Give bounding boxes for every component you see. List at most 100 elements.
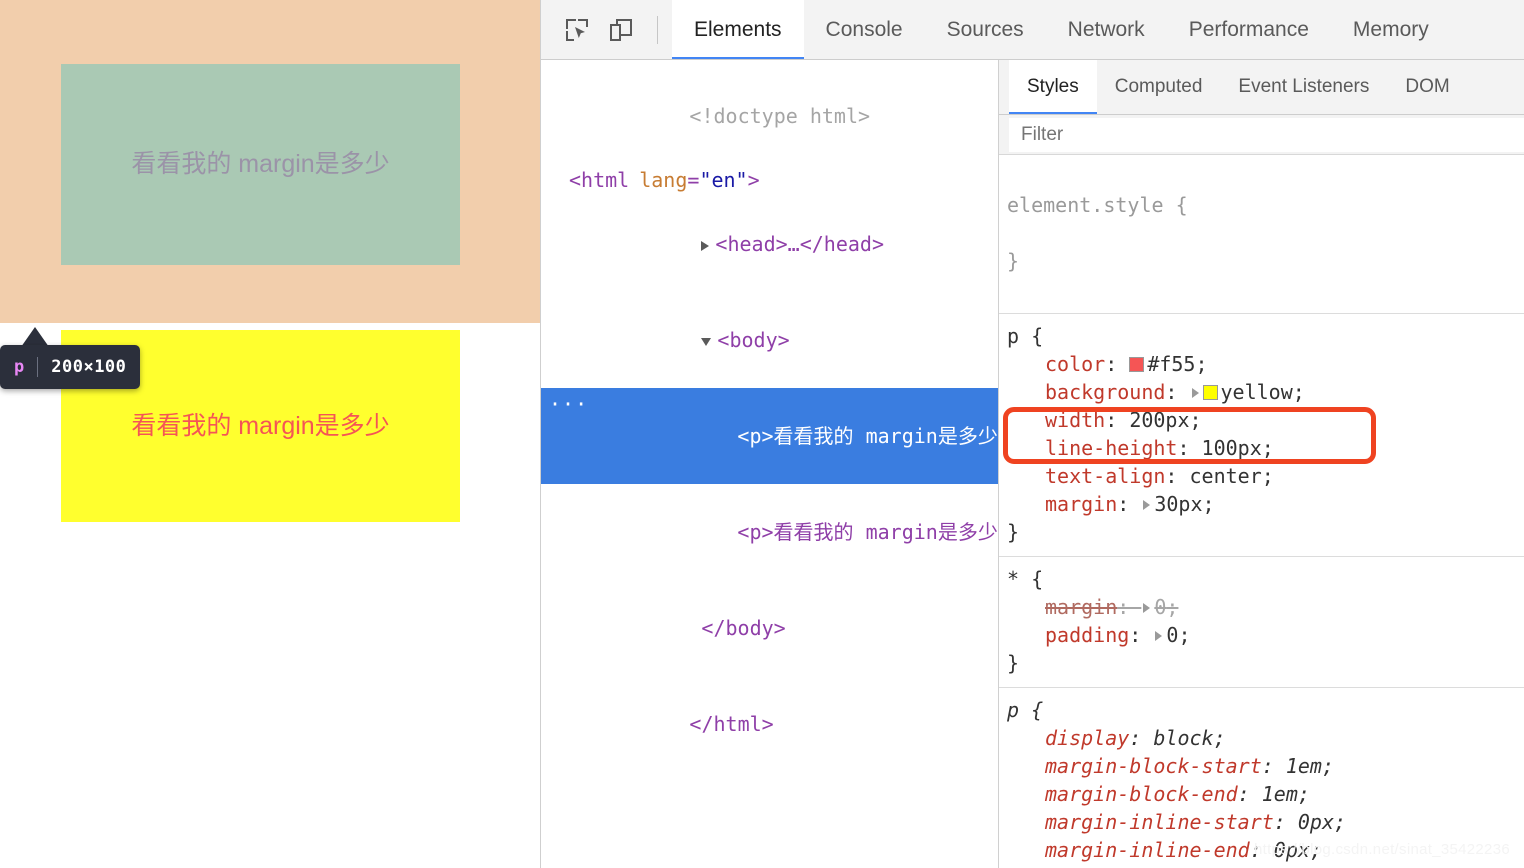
dom-line-body-close[interactable]: </body> — [541, 580, 998, 676]
css-decl-margin[interactable]: margin: 30px; — [1007, 490, 1524, 518]
dom-html-close-text: </html> — [689, 712, 774, 736]
css-rule-close-1: } — [1007, 520, 1020, 544]
css-prop-color: color — [1045, 352, 1106, 376]
color-swatch-yellow[interactable] — [1202, 384, 1218, 400]
screenshot-root: 看看我的 margin是多少 看看我的 margin是多少 p 200×100 — [0, 0, 1524, 868]
tab-memory[interactable]: Memory — [1331, 0, 1451, 59]
styles-pane: Styles Computed Event Listeners DOM Filt… — [999, 60, 1524, 868]
css-decl-color[interactable]: color: #f55; — [1007, 350, 1524, 378]
css-val-margin-block-start[interactable]: 1em — [1286, 754, 1322, 778]
dom-attr-lang: lang — [639, 168, 688, 192]
node-tooltip-divider — [37, 357, 39, 377]
css-val-margin-block-end[interactable]: 1em — [1262, 782, 1298, 806]
css-val-text-align[interactable]: center — [1190, 464, 1262, 488]
css-rule-close-3: } — [1007, 864, 1524, 868]
dom-head-text: <head>…</head> — [715, 232, 884, 256]
css-prop-universal-padding: padding — [1045, 623, 1130, 647]
chevron-right-icon[interactable] — [701, 240, 710, 251]
css-prop-line-height: line-height — [1045, 436, 1178, 460]
inspect-element-icon[interactable] — [555, 0, 599, 59]
css-decl-width[interactable]: width: 200px; — [1007, 406, 1524, 434]
dom-line-head[interactable]: <head>…</head> — [541, 196, 998, 292]
expand-triangle-background-icon[interactable] — [1191, 387, 1199, 398]
tab-styles-label: Styles — [1027, 76, 1079, 97]
tab-sources-label: Sources — [946, 17, 1024, 41]
css-selector-universal[interactable]: * { — [1007, 567, 1043, 591]
expand-triangle-margin-icon[interactable] — [1143, 499, 1151, 510]
css-decl-universal-padding[interactable]: padding: 0; — [1007, 621, 1524, 649]
css-selector-element-style[interactable]: element.style { — [1007, 193, 1188, 217]
node-tooltip: p 200×100 — [0, 345, 141, 389]
tab-event-listeners[interactable]: Event Listeners — [1220, 60, 1387, 114]
tab-network[interactable]: Network — [1046, 0, 1167, 59]
expand-triangle-universal-margin-icon[interactable] — [1143, 602, 1151, 613]
node-tooltip-arrow — [21, 327, 49, 347]
css-rule-close-2: } — [1007, 651, 1020, 675]
dom-attr-lang-value: "en" — [699, 168, 748, 192]
dom-tree[interactable]: <!doctype html> <html lang="en"> <head>…<… — [541, 60, 999, 868]
css-decl-margin-block-start[interactable]: margin-block-start: 1em; — [1007, 752, 1524, 780]
tab-console[interactable]: Console — [804, 0, 925, 59]
dom-line-body-open[interactable]: <body> — [541, 292, 998, 388]
tab-elements-label: Elements — [694, 17, 782, 41]
tab-console-label: Console — [825, 17, 903, 41]
tab-computed[interactable]: Computed — [1097, 60, 1221, 114]
styles-filter-input[interactable] — [1009, 117, 1524, 152]
css-val-universal-padding[interactable]: 0 — [1166, 623, 1178, 647]
css-val-color[interactable]: #f55 — [1147, 352, 1195, 376]
css-prop-universal-margin: margin — [1045, 595, 1118, 619]
tab-elements[interactable]: Elements — [672, 0, 804, 59]
css-prop-text-align: text-align — [1045, 464, 1166, 488]
css-decl-line-height[interactable]: line-height: 100px; — [1007, 434, 1524, 462]
css-decl-text-align[interactable]: text-align: center; — [1007, 462, 1524, 490]
color-swatch-f55[interactable] — [1129, 356, 1145, 372]
css-decl-universal-margin[interactable]: margin: 0; — [1007, 593, 1524, 621]
css-rule-close-0: } — [1007, 249, 1020, 273]
css-rule-element-style[interactable]: element.style { } — [999, 155, 1524, 314]
devtools-toolbar: Elements Console Sources Network Perform… — [541, 0, 1524, 60]
dom-line-html-close[interactable]: </html> — [541, 676, 998, 772]
tab-network-label: Network — [1067, 17, 1145, 41]
chevron-down-icon[interactable] — [701, 337, 712, 346]
expand-triangle-universal-padding-icon[interactable] — [1155, 630, 1163, 641]
css-prop-background: background — [1045, 380, 1166, 404]
dom-ellipsis-marker[interactable]: ··· — [549, 388, 588, 420]
css-selector-p-user-agent[interactable]: p { — [1007, 698, 1043, 722]
dom-line-paragraph-2[interactable]: <p>看看我的 margin是多少</p> — [541, 484, 998, 580]
css-val-width[interactable]: 200px — [1129, 408, 1189, 432]
css-val-line-height[interactable]: 100px — [1202, 436, 1262, 460]
styles-filter-bar — [999, 115, 1524, 155]
css-prop-margin-inline-end: margin-inline-end — [1045, 838, 1250, 862]
page-viewport: 看看我的 margin是多少 看看我的 margin是多少 p 200×100 — [0, 0, 540, 868]
dom-line-doctype[interactable]: <!doctype html> — [541, 68, 998, 164]
css-val-universal-margin[interactable]: 0 — [1154, 595, 1166, 619]
paragraph-1-content-box[interactable]: 看看我的 margin是多少 — [61, 64, 460, 265]
tab-styles[interactable]: Styles — [1009, 60, 1097, 114]
css-decl-margin-inline-start[interactable]: margin-inline-start: 0px; — [1007, 808, 1524, 836]
tab-performance[interactable]: Performance — [1167, 0, 1331, 59]
css-val-margin-inline-start[interactable]: 0px — [1298, 810, 1334, 834]
css-decl-display[interactable]: display: block; — [1007, 724, 1524, 752]
device-toolbar-icon[interactable] — [599, 0, 643, 59]
dom-line-paragraph-1-selected[interactable]: ··· <p>看看我的 margin是多少</p> — [541, 388, 998, 484]
node-tooltip-dimensions: 200×100 — [51, 357, 127, 377]
css-prop-display: display — [1045, 726, 1130, 750]
css-rule-p-author[interactable]: p { color: #f55; background: yellow; width… — [999, 314, 1524, 557]
tab-event-listeners-label: Event Listeners — [1238, 76, 1370, 97]
tab-sources[interactable]: Sources — [925, 0, 1046, 59]
css-prop-margin: margin — [1045, 492, 1118, 516]
css-rule-universal[interactable]: * {margin: 0; padding: 0;} — [999, 557, 1524, 688]
css-selector-p-author[interactable]: p { — [1007, 324, 1043, 348]
devtools-panel: Elements Console Sources Network Perform… — [540, 0, 1524, 868]
devtools-body: <!doctype html> <html lang="en"> <head>…<… — [541, 60, 1524, 868]
css-decl-margin-block-end[interactable]: margin-block-end: 1em; — [1007, 780, 1524, 808]
tab-dom-breakpoints-label: DOM — [1405, 76, 1450, 97]
css-decl-background[interactable]: background: yellow; — [1007, 378, 1524, 406]
css-val-display[interactable]: block — [1153, 726, 1213, 750]
tab-dom-breakpoints[interactable]: DOM — [1387, 60, 1467, 114]
css-prop-width: width — [1045, 408, 1106, 432]
dom-line-html-open[interactable]: <html lang="en"> — [541, 164, 998, 196]
css-val-margin[interactable]: 30px — [1154, 492, 1202, 516]
css-rule-list: element.style { } p { color: #f55; backgr… — [999, 155, 1524, 868]
css-val-background[interactable]: yellow — [1221, 380, 1293, 404]
